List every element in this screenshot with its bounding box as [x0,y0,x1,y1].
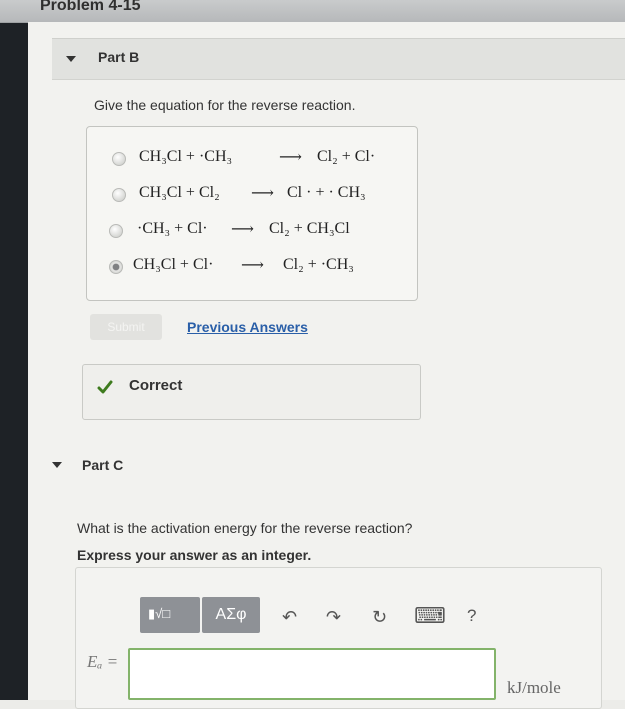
part-c-label: Part C [82,457,124,473]
equation-products: Cl₂ + CH₃Cl [269,220,350,237]
part-b-header[interactable]: Part B [52,38,625,80]
reaction-arrow: ⟶ [251,185,274,202]
equation: ·CH₃ + Cl· ⟶ Cl₂ + CH₃Cl [137,220,407,242]
keyboard-icon[interactable]: ⌨ [414,603,446,629]
equation: CH₃Cl + Cl· ⟶ Cl₂ + ·CH₃ [133,256,403,278]
choice-option-1[interactable]: CH₃Cl + ·CH₃ ⟶ Cl₂ + Cl· [87,144,417,172]
answer-variable-label: Eₐ = [87,652,119,671]
submit-button[interactable]: Submit [90,314,162,340]
help-icon[interactable]: ? [467,606,476,626]
equation-products: Cl₂ + Cl· [317,148,376,165]
radio-button-selected[interactable] [109,260,123,274]
choice-option-2[interactable]: CH₃Cl + Cl₂ ⟶ Cl · + · CH₃ [87,180,417,208]
templates-button[interactable]: ▮√□ [140,597,200,633]
equation-products: Cl · + · CH₃ [287,184,366,201]
radio-button[interactable] [112,152,126,166]
reset-icon[interactable]: ↻ [372,607,387,628]
answer-units: kJ/mole [507,678,561,697]
radio-button[interactable] [109,224,123,238]
previous-answers-link[interactable]: Previous Answers [187,319,308,335]
reaction-arrow: ⟶ [231,221,254,238]
feedback-box: Correct [82,364,421,420]
equation-reactants: ·CH₃ + Cl· [137,220,208,237]
choice-option-3[interactable]: ·CH₃ + Cl· ⟶ Cl₂ + CH₃Cl [87,216,417,244]
radio-button[interactable] [112,188,126,202]
part-b-question: Give the equation for the reverse reacti… [94,97,356,113]
checkmark-icon [97,380,113,394]
math-toolbar: ▮√□ ΑΣφ ↶ ↷ ↻ ⌨ ? [140,597,500,637]
equation-reactants: CH₃Cl + Cl₂ [139,184,220,201]
equation-products: Cl₂ + ·CH₃ [283,256,354,273]
left-dark-edge [0,0,28,700]
feedback-correct-text: Correct [129,377,183,394]
equation-reactants: CH₃Cl + ·CH₃ [139,148,233,165]
templates-icon: ▮√□ [148,606,171,621]
reaction-arrow: ⟶ [241,257,264,274]
redo-icon[interactable]: ↷ [326,607,341,628]
equation: CH₃Cl + ·CH₃ ⟶ Cl₂ + Cl· [139,148,409,170]
problem-title: Problem 4-15 [40,0,141,14]
reaction-arrow: ⟶ [279,149,302,166]
collapse-caret-icon[interactable] [52,462,62,468]
part-c-instruction: Express your answer as an integer. [77,547,312,563]
answer-choices: CH₃Cl + ·CH₃ ⟶ Cl₂ + Cl· CH₃Cl + Cl₂ ⟶ C… [86,126,418,301]
problem-titlebar: Problem 4-15 [0,0,625,23]
collapse-caret-icon[interactable] [66,56,76,62]
activation-energy-input[interactable] [128,648,496,700]
equation-reactants: CH₃Cl + Cl· [133,256,214,273]
undo-icon[interactable]: ↶ [282,607,297,628]
part-b-label: Part B [98,49,140,65]
choice-option-4[interactable]: CH₃Cl + Cl· ⟶ Cl₂ + ·CH₃ [87,252,417,280]
greek-symbols-button[interactable]: ΑΣφ [202,597,260,633]
part-c-question: What is the activation energy for the re… [77,520,413,536]
equation: CH₃Cl + Cl₂ ⟶ Cl · + · CH₃ [139,184,409,206]
